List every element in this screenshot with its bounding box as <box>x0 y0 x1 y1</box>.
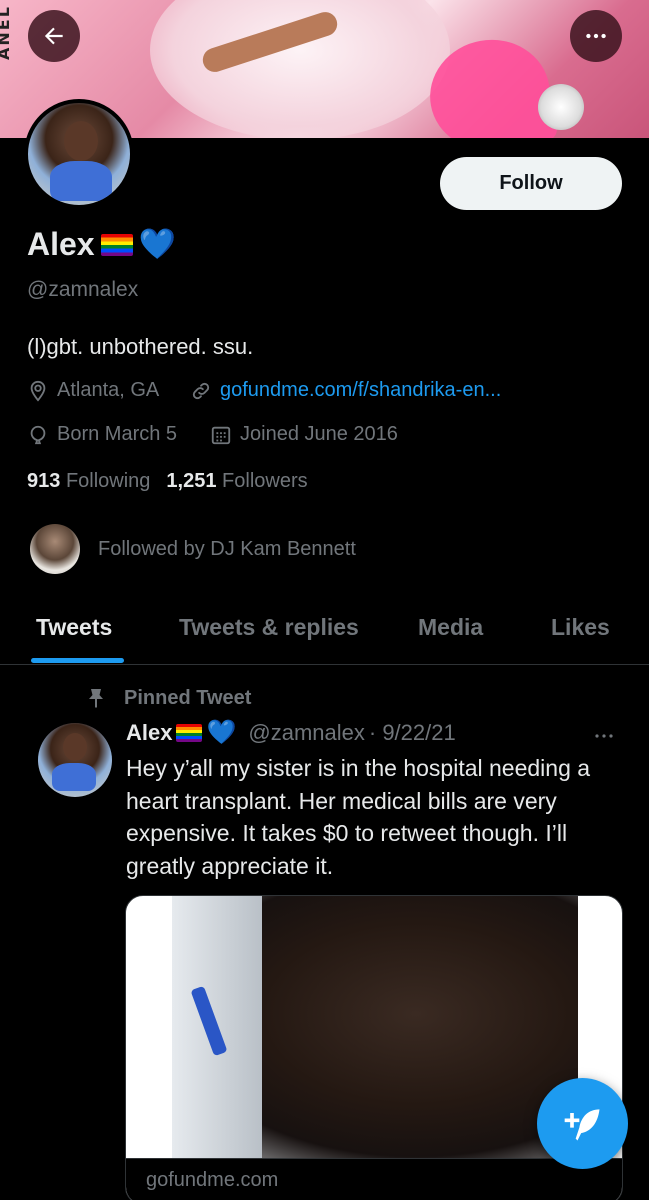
tab-likes[interactable]: Likes <box>551 614 610 641</box>
location-pin-icon <box>30 380 46 402</box>
link-icon <box>192 382 210 399</box>
card-footer: gofundme.com <box>126 1158 622 1200</box>
profile-birthday: Born March 5 <box>27 423 177 446</box>
balloon-icon <box>30 425 46 444</box>
rainbow-flag-icon <box>176 724 203 742</box>
card-domain: gofundme.com <box>146 1169 279 1191</box>
tweet-date[interactable]: · 9/22/21 <box>369 720 456 746</box>
profile-avatar[interactable] <box>24 99 134 209</box>
pinned-label: Pinned Tweet <box>124 686 252 709</box>
tweet-author-name[interactable]: Alex <box>126 720 172 746</box>
followers-link[interactable]: 1,251 Followers <box>166 470 307 493</box>
tweet-header: Alex 💙 @zamnalex · 9/22/21 <box>126 720 456 746</box>
avatar-clothing <box>50 161 112 201</box>
pin-icon <box>89 689 103 708</box>
profile-name-row: Alex 💙 <box>27 226 176 263</box>
tab-tweets-replies[interactable]: Tweets & replies <box>179 614 359 641</box>
tweet-author-avatar[interactable] <box>38 723 112 797</box>
followers-label: Followers <box>222 470 308 492</box>
back-button[interactable] <box>28 10 80 62</box>
link-text[interactable]: gofundme.com/f/shandrika-en... <box>220 379 501 402</box>
following-link[interactable]: 913 Following <box>27 470 150 493</box>
tweet-author-handle[interactable]: @zamnalex <box>248 720 365 746</box>
arrow-left-icon <box>44 27 63 45</box>
active-tab-indicator <box>31 658 124 663</box>
followers-count: 1,251 <box>166 470 217 492</box>
avatar-clothing <box>52 763 96 791</box>
profile-tabs: Tweets Tweets & replies Media Likes <box>0 598 649 665</box>
tab-media[interactable]: Media <box>418 614 483 641</box>
calendar-icon <box>211 426 231 444</box>
more-horizontal-icon <box>595 734 613 738</box>
profile-location: Atlanta, GA <box>27 379 159 402</box>
location-text: Atlanta, GA <box>57 379 160 401</box>
profile-joined: Joined June 2016 <box>210 423 398 446</box>
following-count: 913 <box>27 470 61 492</box>
followed-by-text: Followed by DJ Kam Bennett <box>98 537 356 560</box>
joined-text: Joined June 2016 <box>240 423 398 445</box>
avatar-face <box>64 121 98 161</box>
follow-button[interactable]: Follow <box>440 157 622 210</box>
blue-heart-icon: 💙 <box>206 719 237 746</box>
pinned-label-row: Pinned Tweet <box>84 686 251 710</box>
profile-bio: (l)gbt. unbothered. ssu. <box>27 334 254 359</box>
tweet-more-button[interactable] <box>592 724 616 753</box>
follow-counts: 913 Following 1,251 Followers <box>27 470 308 493</box>
profile-name: Alex <box>27 226 95 262</box>
profile-link[interactable]: gofundme.com/f/shandrika-en... <box>190 379 501 402</box>
avatar-face <box>63 733 87 761</box>
banner-rose-decoration <box>538 84 584 130</box>
compose-feather-icon <box>564 1108 599 1140</box>
birthday-text: Born March 5 <box>57 423 178 445</box>
banner-brand-text: ANEL <box>0 5 13 60</box>
followed-by-row[interactable]: Followed by DJ Kam Bennett <box>30 524 356 574</box>
more-options-button[interactable] <box>570 10 622 62</box>
tweet-text: Hey y’all my sister is in the hospital n… <box>126 755 591 879</box>
blue-heart-icon: 💙 <box>138 227 176 261</box>
following-label: Following <box>65 470 151 492</box>
tab-tweets[interactable]: Tweets <box>36 614 112 641</box>
follower-avatar <box>30 524 80 574</box>
profile-handle: @zamnalex <box>27 278 139 301</box>
more-horizontal-icon <box>586 33 606 39</box>
compose-tweet-button[interactable] <box>537 1078 628 1169</box>
card-image <box>172 896 578 1158</box>
rainbow-flag-icon <box>100 233 133 256</box>
